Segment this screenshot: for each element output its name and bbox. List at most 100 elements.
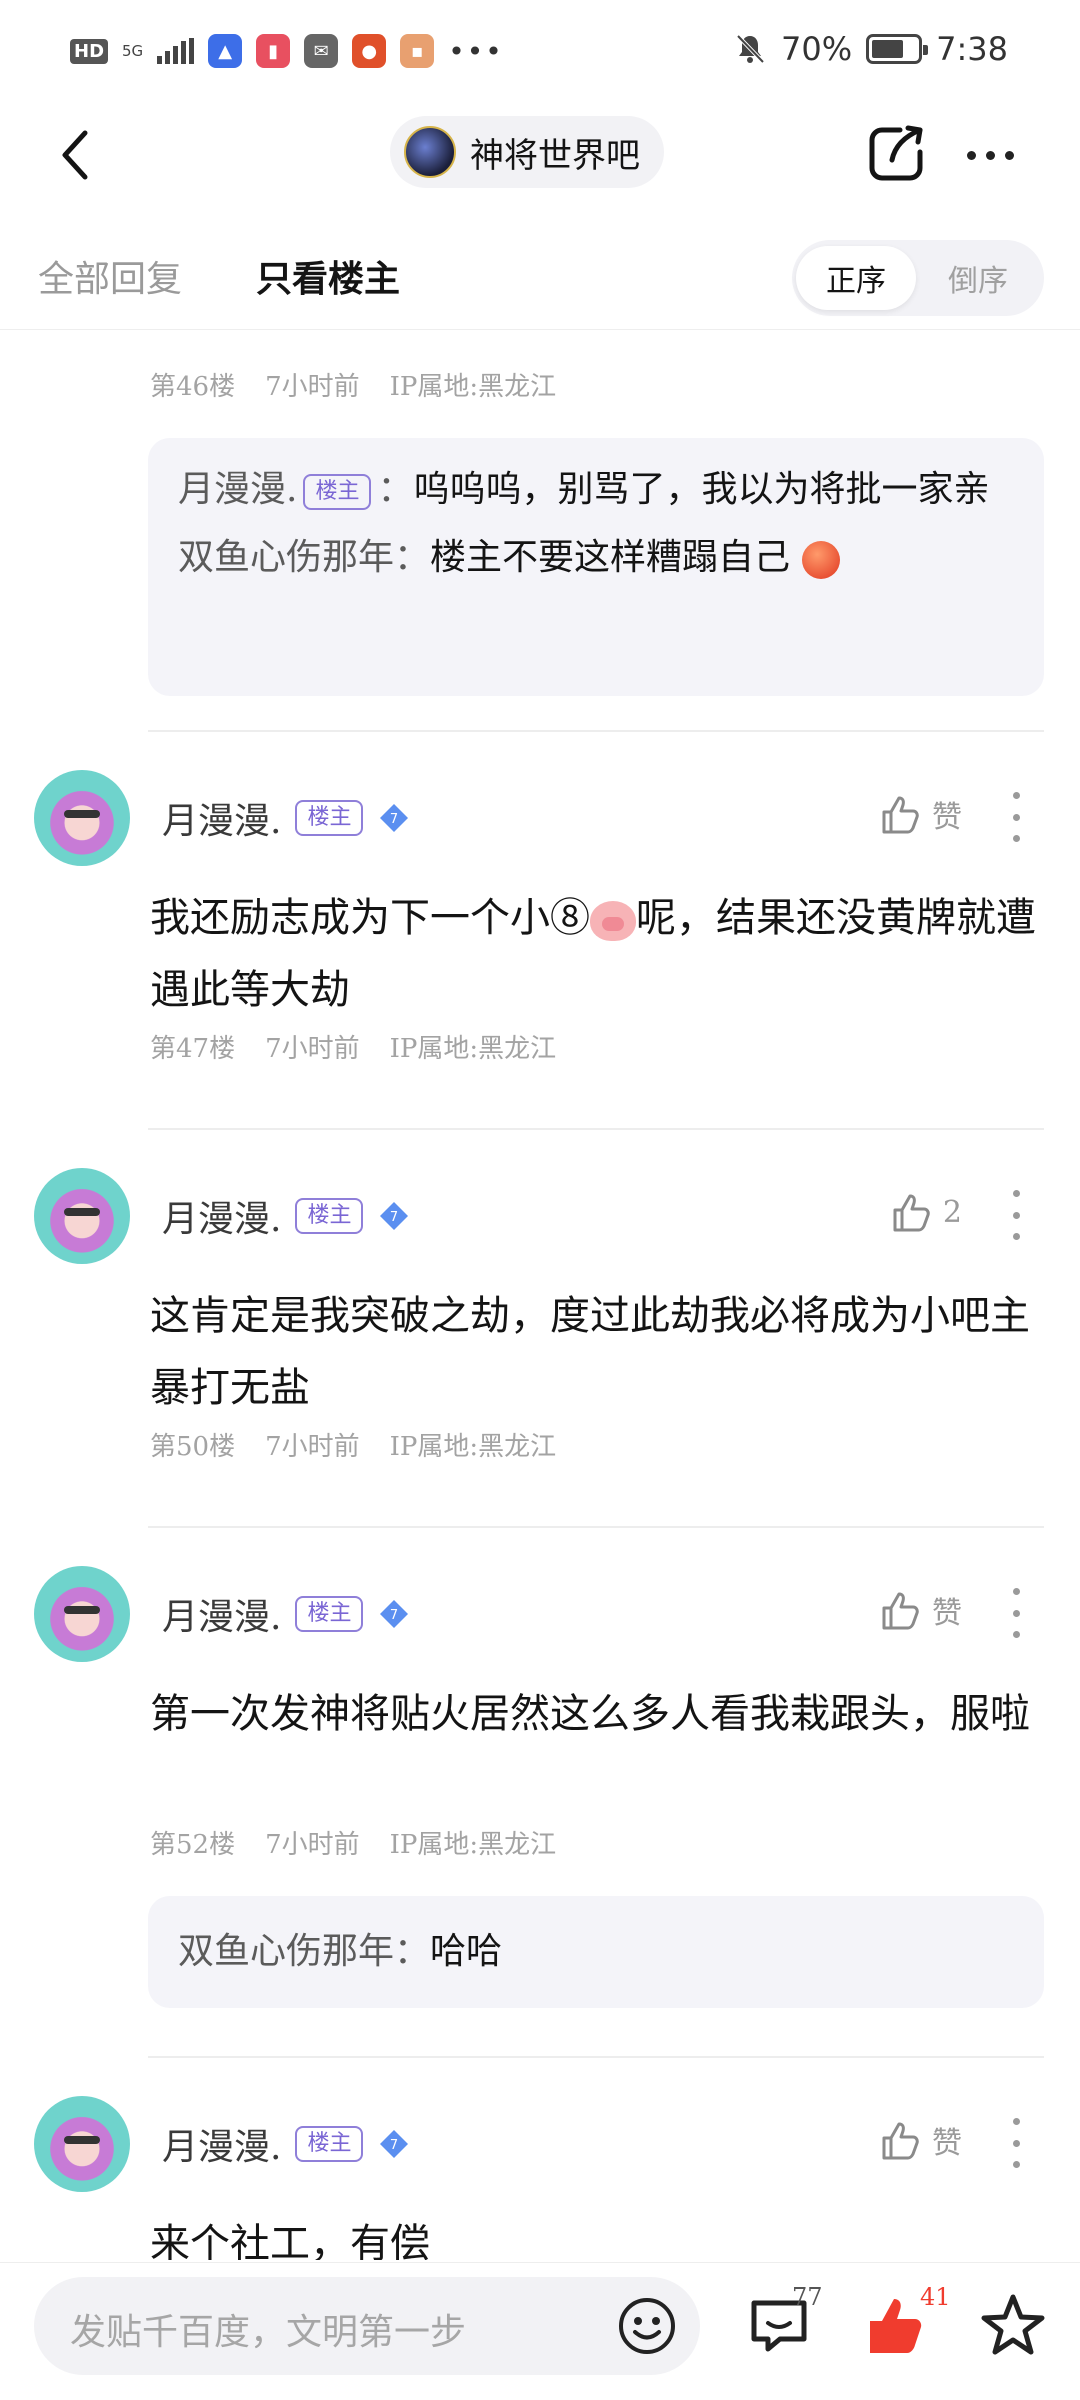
- ip-location: IP属地:黑龙江: [389, 1830, 557, 1860]
- back-icon: [62, 130, 88, 180]
- chat-notification-icon: ▪: [400, 34, 435, 68]
- tab-row: 全部回复 只看楼主 正序 倒序: [0, 210, 1080, 330]
- post-content: 我还励志成为下一个小⑧ 呢，结果还没黄牌就遭遇此等大劫: [150, 882, 1050, 1026]
- like-button[interactable]: 赞: [878, 792, 962, 836]
- tab-owner-only[interactable]: 只看楼主: [256, 250, 400, 302]
- divider: [148, 2056, 1044, 2058]
- status-bar: HD 5G ▲ ▮ ✉ ● ▪ ••• 70% 7:38: [0, 0, 1080, 100]
- divider: [148, 730, 1044, 732]
- forum-name: 神将世界吧: [470, 135, 640, 176]
- svg-text:7: 7: [390, 2138, 398, 2153]
- tab-all-replies[interactable]: 全部回复: [38, 250, 182, 302]
- reply-box[interactable]: 双鱼心伤那年：哈哈: [148, 1896, 1044, 2008]
- post-item: 月漫漫. 楼主 7 赞 第一次发神将贴火居然这么多人看我栽跟头，服啦 第52楼 …: [0, 1566, 1080, 2026]
- post-more-button[interactable]: [1006, 1588, 1026, 1638]
- post-meta: 第50楼 7小时前 IP属地:黑龙江: [150, 1426, 556, 1463]
- like-button[interactable]: 2: [889, 1190, 962, 1234]
- avatar[interactable]: [34, 770, 130, 866]
- svg-text:7: 7: [390, 812, 398, 827]
- post-item: 月漫漫. 楼主 7 赞 我还励志成为下一个小⑧ 呢，结果还没黄牌就遭遇此等大劫 第…: [0, 770, 1080, 1100]
- favorite-button[interactable]: [978, 2291, 1048, 2361]
- reply-username[interactable]: 双鱼心伤那年: [178, 537, 394, 578]
- floor-number: 第50楼: [150, 1432, 236, 1462]
- post-content: 这肯定是我突破之劫，度过此劫我必将成为小吧主暴打无盐: [150, 1293, 1030, 1411]
- divider: [148, 1526, 1044, 1528]
- post-more-button[interactable]: [1006, 1190, 1026, 1240]
- post-time: 7小时前: [265, 372, 360, 402]
- like-total: 41: [920, 2283, 951, 2311]
- thumbs-up-icon: [882, 2122, 919, 2160]
- reply-username[interactable]: 双鱼心伤那年: [178, 1931, 394, 1972]
- ip-location: IP属地:黑龙江: [389, 372, 557, 402]
- composer-placeholder: 发贴千百度，文明第一步: [70, 2312, 467, 2353]
- share-button[interactable]: [862, 118, 932, 188]
- reply-colon: ：: [394, 1931, 431, 1972]
- post-text: 我还励志成为下一个小⑧: [150, 895, 590, 941]
- emoji-button[interactable]: [616, 2295, 678, 2357]
- reply-username[interactable]: 月漫漫.: [178, 469, 297, 510]
- status-left: HD 5G ▲ ▮ ✉ ● ▪ •••: [70, 34, 504, 68]
- sort-descending-button[interactable]: 倒序: [918, 246, 1038, 310]
- more-icon: [1012, 1190, 1020, 1197]
- avatar[interactable]: [34, 1168, 130, 1264]
- divider: [148, 1128, 1044, 1130]
- avatar[interactable]: [34, 1566, 130, 1662]
- more-icon: [966, 150, 976, 160]
- thumbs-up-icon: [882, 796, 919, 834]
- reply-colon: ：: [377, 469, 414, 510]
- like-count: 赞: [932, 1596, 962, 1631]
- like-button[interactable]: 赞: [878, 1588, 962, 1632]
- like-count: 2: [942, 1194, 962, 1230]
- post-author: 月漫漫. 楼主 7: [162, 2118, 411, 2170]
- floor-number: 第46楼: [150, 372, 236, 402]
- more-notifications-icon: •••: [448, 34, 504, 68]
- post-list: 第46楼 7小时前 IP属地:黑龙江 月漫漫. 楼主 ：呜呜呜，别骂了，我以为将批一…: [0, 330, 1080, 2260]
- reply-colon: ：: [394, 537, 431, 578]
- post-more-button[interactable]: [1006, 2118, 1026, 2168]
- post-author: 月漫漫. 楼主 7: [162, 1588, 411, 1640]
- username[interactable]: 月漫漫.: [162, 1190, 281, 1242]
- owner-badge: 楼主: [295, 2126, 364, 2162]
- status-right: 70% 7:38: [733, 30, 1008, 68]
- reply-text: 哈哈: [430, 1931, 503, 1972]
- more-button[interactable]: [955, 122, 1025, 188]
- like-count: 赞: [932, 800, 962, 835]
- post-time: 7小时前: [265, 1830, 360, 1860]
- pig-emoji-icon: [590, 901, 636, 941]
- post-meta: 第52楼 7小时前 IP属地:黑龙江: [150, 1824, 556, 1861]
- post-author: 月漫漫. 楼主 7: [162, 792, 411, 844]
- post-more-button[interactable]: [1006, 792, 1026, 842]
- signal-icon: [157, 38, 195, 64]
- back-button[interactable]: [40, 120, 110, 190]
- reply-box[interactable]: 月漫漫. 楼主 ：呜呜呜，别骂了，我以为将批一家亲 双鱼心伤那年：楼主不要这样糟蹋自…: [148, 438, 1044, 696]
- post-item: 月漫漫. 楼主 7 2 这肯定是我突破之劫，度过此劫我必将成为小吧主暴打无盐 第…: [0, 1168, 1080, 1498]
- like-button[interactable]: 赞: [878, 2118, 962, 2162]
- battery-percent: 70%: [781, 30, 853, 68]
- owner-badge: 楼主: [295, 1198, 364, 1234]
- thumbs-up-icon: [882, 1592, 919, 1630]
- post-author: 月漫漫. 楼主 7: [162, 1190, 411, 1242]
- username[interactable]: 月漫漫.: [162, 792, 281, 844]
- owner-badge: 楼主: [303, 474, 372, 510]
- owner-badge: 楼主: [295, 800, 364, 836]
- vip-diamond-icon: 7: [380, 804, 409, 832]
- more-icon: [1012, 792, 1020, 799]
- username[interactable]: 月漫漫.: [162, 1588, 281, 1640]
- username[interactable]: 月漫漫.: [162, 2118, 281, 2170]
- more-icon: [1012, 1588, 1020, 1595]
- comment-count: 77: [792, 2283, 823, 2311]
- avatar[interactable]: [34, 2096, 130, 2192]
- nav-bar: 神将世界吧: [0, 100, 1080, 210]
- ip-location: IP属地:黑龙江: [389, 1432, 557, 1462]
- post-time: 7小时前: [265, 1034, 360, 1064]
- owner-badge: 楼主: [295, 1596, 364, 1632]
- wechat-icon: ✉: [304, 34, 339, 68]
- sub-reply: 双鱼心伤那年：哈哈: [178, 1914, 1014, 1990]
- floor-number: 第52楼: [150, 1830, 236, 1860]
- sort-ascending-button[interactable]: 正序: [796, 246, 916, 310]
- post-content: 第一次发神将贴火居然这么多人看我栽跟头，服啦: [150, 1691, 1030, 1737]
- forum-link[interactable]: 神将世界吧: [390, 116, 664, 188]
- share-icon: [869, 125, 923, 181]
- reply-composer[interactable]: 发贴千百度，文明第一步: [34, 2277, 700, 2375]
- battery-icon: [866, 34, 929, 64]
